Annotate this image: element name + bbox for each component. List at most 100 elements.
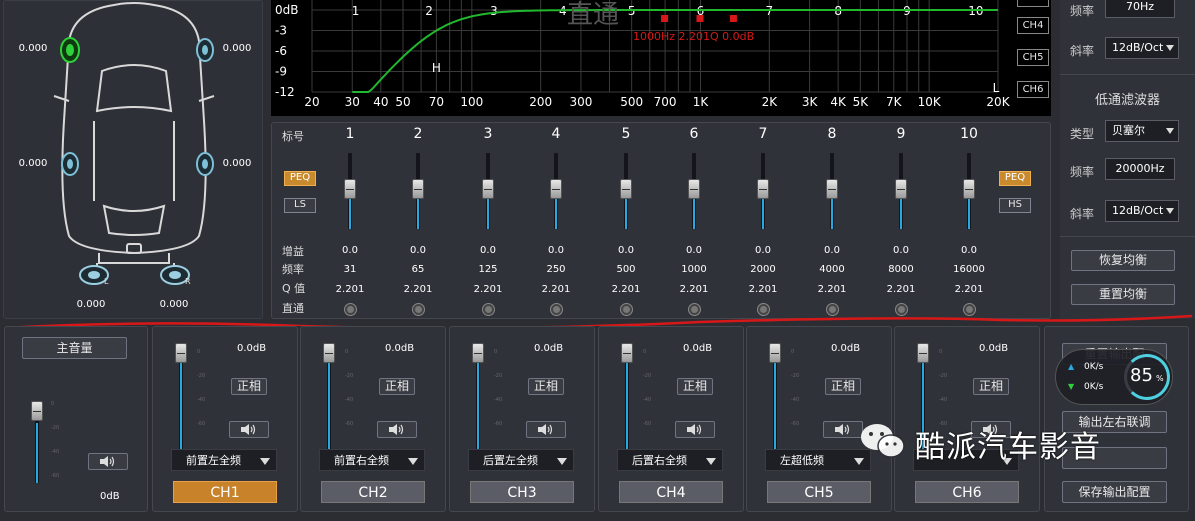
band-gain-knob[interactable]	[826, 179, 838, 199]
band-gain-knob[interactable]	[482, 179, 494, 199]
left-ls-button[interactable]: LS	[284, 198, 316, 213]
channel-source-select[interactable]: 后置左全频	[468, 449, 574, 471]
band-gain-knob[interactable]	[412, 179, 424, 199]
master-fader-track[interactable]	[31, 401, 43, 483]
master-volume-value: 0dB	[100, 491, 120, 502]
channel-select-button[interactable]: CH5	[767, 481, 871, 503]
channel-fader-knob[interactable]	[472, 343, 484, 363]
upload-arrow-icon: ▲	[1068, 362, 1075, 371]
master-mute-button[interactable]	[88, 453, 128, 470]
right-peq-button[interactable]: PEQ	[999, 171, 1031, 186]
channel-source-select[interactable]: 左超低频	[765, 449, 871, 471]
x-tick-label: 7K	[886, 95, 903, 109]
band-gain-fader[interactable]	[757, 153, 769, 229]
band-gain-knob[interactable]	[963, 179, 975, 199]
channel-source-select[interactable]: 后置右全频	[617, 449, 723, 471]
x-tick-label: 100	[460, 95, 483, 109]
phase-button[interactable]: 正相	[677, 378, 713, 395]
reset-eq-button[interactable]: 重置均衡	[1071, 284, 1175, 305]
channel-fader-track[interactable]	[621, 343, 633, 455]
channel-select-button[interactable]: CH2	[321, 481, 425, 503]
band-gain-fader[interactable]	[895, 153, 907, 229]
channel-fader-track[interactable]	[472, 343, 484, 455]
channel-mute-button[interactable]	[229, 421, 269, 438]
channel-select-button[interactable]: CH4	[619, 481, 723, 503]
lp-slope-select[interactable]: 12dB/Oct	[1105, 200, 1179, 222]
eq-point-marker	[729, 15, 737, 22]
lp-freq-field[interactable]: 20000Hz	[1105, 158, 1175, 180]
band-gain-fader[interactable]	[963, 153, 975, 229]
band-gain-fader[interactable]	[550, 153, 562, 229]
scale-mark: -60	[494, 421, 503, 427]
channel-select-button[interactable]: CH3	[470, 481, 574, 503]
restore-eq-button[interactable]: 恢复均衡	[1071, 250, 1175, 271]
channel-fader-track[interactable]	[769, 343, 781, 455]
graph-tab-ch5[interactable]: CH5	[1017, 49, 1049, 66]
channel-source-select[interactable]: 前置左全频	[171, 449, 277, 471]
master-volume-label-button[interactable]: 主音量	[22, 337, 127, 359]
upload-speed: 0K/s	[1084, 362, 1104, 372]
band-number: 8	[827, 126, 837, 142]
graph-tab-ch4[interactable]: CH4	[1017, 17, 1049, 34]
band-gain-knob[interactable]	[688, 179, 700, 199]
band-gain-fader[interactable]	[344, 153, 356, 229]
phase-button[interactable]: 正相	[973, 378, 1009, 395]
band-gain-knob[interactable]	[895, 179, 907, 199]
eq-point-marker	[696, 15, 704, 22]
eq-response-graph[interactable]: 0dB -3 -6 -9 -12 20 30 40 50 70 100 200 300 500 700 1K 2…	[271, 0, 1051, 116]
channel-mute-button[interactable]	[526, 421, 566, 438]
phase-button[interactable]: 正相	[528, 378, 564, 395]
channel-fader-knob[interactable]	[917, 343, 929, 363]
band-gain-knob[interactable]	[757, 179, 769, 199]
sub-right-speaker-icon[interactable]: R	[159, 263, 191, 289]
channel-fader-track[interactable]	[323, 343, 335, 455]
speaker-layout-panel: L R 0.000 0.000 0.000 0.000 0.000 0.000	[3, 0, 263, 319]
band-gain-knob[interactable]	[344, 179, 356, 199]
front-left-speaker-icon[interactable]	[59, 37, 81, 63]
band-gain-fader[interactable]	[482, 153, 494, 229]
channel-fader-knob[interactable]	[323, 343, 335, 363]
channel-select-button[interactable]: CH1	[173, 481, 277, 503]
chevron-down-icon	[1166, 208, 1174, 214]
channel-mute-button[interactable]	[377, 421, 417, 438]
master-fader-knob[interactable]	[31, 401, 43, 421]
left-peq-button[interactable]: PEQ	[284, 171, 316, 186]
band-gain-knob[interactable]	[550, 179, 562, 199]
master-fader-scale: 0 -20 -40 -60	[51, 401, 61, 483]
lp-type-select[interactable]: 贝塞尔	[1105, 120, 1179, 142]
channel-fader-track[interactable]	[175, 343, 187, 455]
channel-select-button[interactable]: CH6	[915, 481, 1019, 503]
graph-tab-ch6[interactable]: CH6	[1017, 81, 1049, 98]
right-hs-button[interactable]: HS	[999, 198, 1031, 213]
band-gain-knob[interactable]	[620, 179, 632, 199]
band-gain-fader[interactable]	[620, 153, 632, 229]
band-gain-fader[interactable]	[412, 153, 424, 229]
band-gain-fader[interactable]	[826, 153, 838, 229]
hp-freq-field[interactable]: 70Hz	[1105, 0, 1175, 18]
phase-button[interactable]: 正相	[825, 378, 861, 395]
channel-fader-knob[interactable]	[621, 343, 633, 363]
channel-source-select[interactable]: 前置右全频	[319, 449, 425, 471]
x-tick-label: 20	[304, 95, 319, 109]
phase-button[interactable]: 正相	[231, 378, 267, 395]
hp-slope-select[interactable]: 12dB/Oct	[1105, 37, 1179, 59]
front-right-speaker-icon[interactable]	[194, 37, 216, 63]
x-tick-label: 30	[345, 95, 360, 109]
rear-right-speaker-icon[interactable]	[194, 151, 216, 177]
channel-mute-button[interactable]	[823, 421, 863, 438]
channel-fader-knob[interactable]	[175, 343, 187, 363]
rear-left-speaker-icon[interactable]	[59, 151, 81, 177]
save-output-config-button[interactable]: 保存输出配置	[1062, 481, 1167, 503]
band-gain-fader[interactable]	[688, 153, 700, 229]
scale-mark: -40	[643, 397, 652, 403]
band-freq: 8000	[888, 264, 914, 275]
band-number: 10	[960, 126, 978, 142]
channel-mute-button[interactable]	[675, 421, 715, 438]
band-q: 2.201	[611, 284, 641, 295]
phase-button[interactable]: 正相	[379, 378, 415, 395]
channel-fader-knob[interactable]	[769, 343, 781, 363]
scale-mark: 0	[791, 349, 795, 355]
sub-left-speaker-icon[interactable]: L	[78, 263, 110, 289]
lp-marker: L	[993, 81, 1000, 95]
channel-fader-scale: 0 -20 -40 -60	[494, 349, 504, 429]
